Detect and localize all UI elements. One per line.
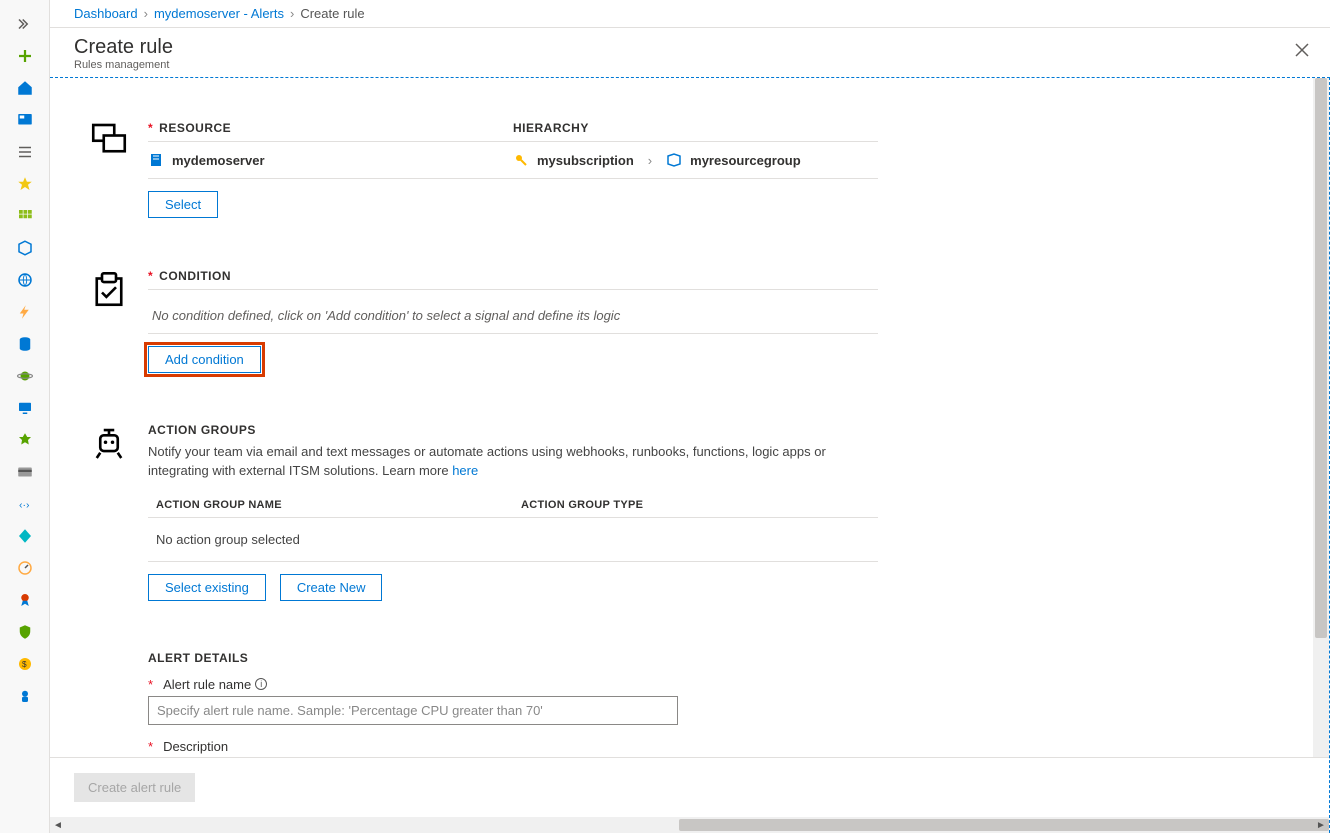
resource-section: *RESOURCE HIERARCHY mydemoserver mysubsc… bbox=[88, 118, 1313, 218]
resource-group-icon bbox=[666, 152, 682, 168]
home-icon[interactable] bbox=[0, 72, 50, 104]
all-resources-icon[interactable] bbox=[0, 136, 50, 168]
service-icon[interactable] bbox=[0, 424, 50, 456]
resource-title: RESOURCE bbox=[159, 121, 231, 135]
resource-group-name: myresourcegroup bbox=[690, 153, 801, 168]
condition-section: *CONDITION No condition defined, click o… bbox=[88, 268, 1313, 373]
scroll-right-icon[interactable]: ► bbox=[1313, 817, 1329, 833]
page-title: Create rule bbox=[74, 36, 1306, 59]
subscription-name: mysubscription bbox=[537, 153, 634, 168]
condition-icon bbox=[88, 268, 148, 373]
ribbon-icon[interactable] bbox=[0, 584, 50, 616]
breadcrumb: Dashboard › mydemoserver - Alerts › Crea… bbox=[50, 0, 1330, 28]
action-groups-description: Notify your team via email and text mess… bbox=[148, 443, 878, 481]
breadcrumb-alerts[interactable]: mydemoserver - Alerts bbox=[154, 6, 284, 21]
create-new-action-group-button[interactable]: Create New bbox=[280, 574, 383, 601]
hierarchy-title: HIERARCHY bbox=[513, 121, 589, 135]
alert-rule-name-input[interactable] bbox=[148, 696, 678, 725]
shield-icon[interactable] bbox=[0, 616, 50, 648]
planet-icon[interactable] bbox=[0, 360, 50, 392]
cost-icon[interactable]: $ bbox=[0, 648, 50, 680]
horizontal-scrollbar[interactable]: ◄ ► bbox=[50, 817, 1329, 833]
action-groups-title: ACTION GROUPS bbox=[148, 423, 878, 437]
add-condition-button[interactable]: Add condition bbox=[148, 346, 261, 373]
favorites-icon[interactable] bbox=[0, 168, 50, 200]
chevron-right-icon: › bbox=[290, 6, 294, 21]
resource-icon bbox=[88, 118, 148, 218]
resource-name: mydemoserver bbox=[172, 153, 265, 168]
condition-title: CONDITION bbox=[159, 269, 231, 283]
dashboard-icon[interactable] bbox=[0, 104, 50, 136]
expand-nav-icon[interactable] bbox=[0, 8, 50, 40]
braces-icon[interactable]: ‹·› bbox=[0, 488, 50, 520]
vertical-scrollbar[interactable] bbox=[1313, 78, 1329, 757]
card-icon[interactable] bbox=[0, 456, 50, 488]
grid-icon[interactable] bbox=[0, 200, 50, 232]
close-blade-button[interactable] bbox=[1292, 40, 1312, 60]
server-icon bbox=[148, 152, 164, 168]
chevron-right-icon: › bbox=[648, 153, 652, 168]
blade-footer: Create alert rule bbox=[50, 757, 1329, 817]
chevron-right-icon: › bbox=[144, 6, 148, 21]
blade-header: Create rule Rules management bbox=[50, 28, 1330, 77]
lightning-icon[interactable] bbox=[0, 296, 50, 328]
create-alert-rule-button[interactable]: Create alert rule bbox=[74, 773, 195, 802]
action-groups-icon bbox=[88, 423, 148, 601]
learn-more-link[interactable]: here bbox=[452, 463, 478, 478]
page-subtitle: Rules management bbox=[74, 59, 1306, 71]
action-group-col-type: ACTION GROUP TYPE bbox=[513, 499, 878, 511]
support-icon[interactable] bbox=[0, 680, 50, 712]
cube-icon[interactable] bbox=[0, 232, 50, 264]
action-groups-section: ACTION GROUPS Notify your team via email… bbox=[88, 423, 1313, 601]
breadcrumb-current: Create rule bbox=[300, 6, 364, 21]
svg-text:$: $ bbox=[22, 660, 27, 669]
select-existing-action-group-button[interactable]: Select existing bbox=[148, 574, 266, 601]
scroll-left-icon[interactable]: ◄ bbox=[50, 817, 66, 833]
alert-details-section: ALERT DETAILS *Alert rule name i *Descri… bbox=[88, 651, 1313, 757]
svg-text:‹·›: ‹·› bbox=[19, 499, 30, 511]
content-scroll-area: *RESOURCE HIERARCHY mydemoserver mysubsc… bbox=[50, 78, 1313, 757]
gauge-icon[interactable] bbox=[0, 552, 50, 584]
condition-hint: No condition defined, click on 'Add cond… bbox=[148, 294, 878, 334]
monitor-icon[interactable] bbox=[0, 392, 50, 424]
description-label: Description bbox=[163, 739, 228, 754]
select-resource-button[interactable]: Select bbox=[148, 191, 218, 218]
left-nav-sidebar: ‹·› $ bbox=[0, 0, 50, 833]
alert-rule-name-label: Alert rule name bbox=[163, 677, 251, 692]
action-group-empty: No action group selected bbox=[148, 518, 878, 562]
breadcrumb-dashboard[interactable]: Dashboard bbox=[74, 6, 138, 21]
sql-db-icon[interactable] bbox=[0, 328, 50, 360]
key-icon bbox=[513, 152, 529, 168]
diamond-icon[interactable] bbox=[0, 520, 50, 552]
create-resource-icon[interactable] bbox=[0, 40, 50, 72]
alert-details-title: ALERT DETAILS bbox=[148, 651, 878, 665]
action-group-col-name: ACTION GROUP NAME bbox=[148, 499, 513, 511]
info-icon[interactable]: i bbox=[255, 678, 267, 690]
globe-icon[interactable] bbox=[0, 264, 50, 296]
